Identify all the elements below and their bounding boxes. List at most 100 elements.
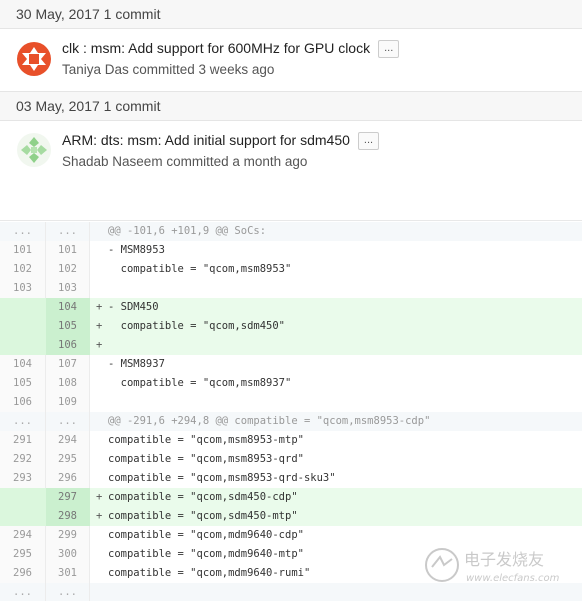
new-line-number[interactable]: 108 [46, 374, 90, 393]
old-line-number[interactable]: 101 [0, 241, 46, 260]
new-line-number[interactable]: 296 [46, 469, 90, 488]
diff-code-text: compatible = "qcom,sdm450-mtp" [108, 510, 298, 522]
new-line-number[interactable]: 295 [46, 450, 90, 469]
diff-code: compatible = "qcom,msm8953" [90, 260, 582, 279]
commit-date-label: 03 May, 2017 1 commit [16, 98, 161, 114]
new-line-number[interactable]: ... [46, 222, 90, 241]
new-line-number[interactable]: 297 [46, 488, 90, 507]
new-line-number[interactable]: 301 [46, 564, 90, 583]
watermark-logo: 电子发烧友 www.elecfans.com [425, 548, 560, 584]
old-line-number[interactable]: 104 [0, 355, 46, 374]
diff-added-line: 105 + compatible = "qcom,sdm450" [0, 317, 582, 336]
old-line-number[interactable]: 102 [0, 260, 46, 279]
avatar [17, 133, 51, 167]
diff-code: + compatible = "qcom,sdm450" [90, 317, 582, 336]
new-line-number[interactable]: 103 [46, 279, 90, 298]
avatar [17, 42, 51, 76]
commit-date-label: 30 May, 2017 1 commit [16, 6, 161, 22]
diff-code-text: compatible = "qcom,msm8937" [108, 377, 292, 389]
new-line-number[interactable]: 102 [46, 260, 90, 279]
old-line-number[interactable]: ... [0, 583, 46, 601]
diff-marker: + [96, 301, 103, 313]
diff-added-line: 297 + compatible = "qcom,sdm450-cdp" [0, 488, 582, 507]
old-line-number[interactable] [0, 317, 46, 336]
old-line-number[interactable]: 292 [0, 450, 46, 469]
commit-title-text[interactable]: ARM: dts: msm: Add initial support for s… [62, 132, 350, 148]
diff-code-text: compatible = "qcom,msm8953-qrd" [108, 453, 304, 465]
diff-marker: + [96, 510, 103, 522]
diff-code-text: compatible = "qcom,mdm9640-mtp" [108, 548, 304, 560]
new-line-number[interactable]: ... [46, 412, 90, 431]
old-line-number[interactable]: 295 [0, 545, 46, 564]
new-line-number[interactable]: 106 [46, 336, 90, 355]
old-line-number[interactable]: 106 [0, 393, 46, 412]
diff-code: + [90, 336, 582, 355]
diff-code-text: compatible = "qcom,msm8953-qrd-sku3" [108, 472, 336, 484]
old-line-number[interactable]: 103 [0, 279, 46, 298]
diff-added-line: 104 + - SDM450 [0, 298, 582, 317]
old-line-number[interactable] [0, 298, 46, 317]
diff-code-text: compatible = "qcom,sdm450-cdp" [108, 491, 298, 503]
diff-marker: + [96, 339, 103, 351]
diff-code: @@ -291,6 +294,8 @@ compatible = "qcom,m… [90, 412, 582, 431]
diff-context-line: 101 101 - MSM8953 [0, 241, 582, 260]
diff-code-text: compatible = "qcom,msm8953" [108, 263, 292, 275]
diff-code-text: @@ -101,6 +101,9 @@ SoCs: [108, 225, 267, 237]
diff-code: + - SDM450 [90, 298, 582, 317]
new-line-number[interactable]: 104 [46, 298, 90, 317]
old-line-number[interactable] [0, 488, 46, 507]
diff-context-line: 293 296 compatible = "qcom,msm8953-qrd-sku… [0, 469, 582, 488]
old-line-number[interactable]: 291 [0, 431, 46, 450]
diff-code [90, 393, 582, 412]
expand-message-button[interactable]: ... [357, 132, 380, 150]
diff-marker: + [96, 320, 103, 332]
old-line-number[interactable]: 293 [0, 469, 46, 488]
diff-context-line: 104 107 - MSM8937 [0, 355, 582, 374]
new-line-number[interactable]: 294 [46, 431, 90, 450]
diff-code-text: compatible = "qcom,msm8953-mtp" [108, 434, 304, 446]
diff-added-line: 106 + [0, 336, 582, 355]
old-line-number[interactable]: 296 [0, 564, 46, 583]
commit-row[interactable]: ARM: dts: msm: Add initial support for s… [0, 122, 582, 184]
diff-marker: + [96, 491, 103, 503]
diff-context-line: 105 108 compatible = "qcom,msm8937" [0, 374, 582, 393]
new-line-number[interactable]: ... [46, 583, 90, 601]
commit-row[interactable]: clk : msm: Add support for 600MHz for GP… [0, 30, 582, 92]
new-line-number[interactable]: 101 [46, 241, 90, 260]
commit-date-header: 30 May, 2017 1 commit [0, 0, 582, 29]
new-line-number[interactable]: 109 [46, 393, 90, 412]
old-line-number[interactable]: 105 [0, 374, 46, 393]
commit-date-header: 03 May, 2017 1 commit [0, 91, 582, 121]
old-line-number[interactable]: 294 [0, 526, 46, 545]
expand-message-button[interactable]: ... [378, 40, 400, 58]
diff-code: compatible = "qcom,msm8953-qrd" [90, 450, 582, 469]
diff-code: + compatible = "qcom,sdm450-cdp" [90, 488, 582, 507]
commit-title[interactable]: clk : msm: Add support for 600MHz for GP… [62, 40, 400, 58]
diff-code-text: compatible = "qcom,sdm450" [108, 320, 286, 332]
diff-code: - MSM8953 [90, 241, 582, 260]
diff-code: compatible = "qcom,msm8953-qrd-sku3" [90, 469, 582, 488]
new-line-number[interactable]: 107 [46, 355, 90, 374]
new-line-number[interactable]: 105 [46, 317, 90, 336]
diff-code-text: @@ -291,6 +294,8 @@ compatible = "qcom,m… [108, 415, 431, 427]
diff-code-text: compatible = "qcom,mdm9640-rumi" [108, 567, 311, 579]
diff-code: - MSM8937 [90, 355, 582, 374]
diff-context-line: 103 103 [0, 279, 582, 298]
diff-context-line: 291 294 compatible = "qcom,msm8953-mtp" [0, 431, 582, 450]
commit-title[interactable]: ARM: dts: msm: Add initial support for s… [62, 132, 380, 150]
diff-hunk-header: ...... @@ -101,6 +101,9 @@ SoCs: [0, 222, 582, 241]
old-line-number[interactable] [0, 336, 46, 355]
diff-context-line: 102 102 compatible = "qcom,msm8953" [0, 260, 582, 279]
new-line-number[interactable]: 299 [46, 526, 90, 545]
new-line-number[interactable]: 300 [46, 545, 90, 564]
diff-code: compatible = "qcom,msm8953-mtp" [90, 431, 582, 450]
diff-added-line: 298 + compatible = "qcom,sdm450-mtp" [0, 507, 582, 526]
new-line-number[interactable]: 298 [46, 507, 90, 526]
commit-title-text[interactable]: clk : msm: Add support for 600MHz for GP… [62, 40, 370, 56]
diff-code-text: - MSM8937 [108, 358, 165, 370]
old-line-number[interactable]: ... [0, 222, 46, 241]
old-line-number[interactable] [0, 507, 46, 526]
watermark-cn: 电子发烧友 [464, 550, 544, 569]
old-line-number[interactable]: ... [0, 412, 46, 431]
diff-code-text: - MSM8953 [108, 244, 165, 256]
